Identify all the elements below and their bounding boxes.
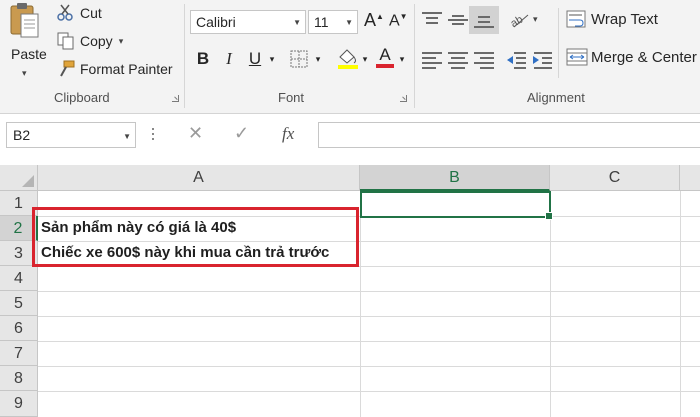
alignment-group-label: Alignment: [527, 90, 585, 105]
bold-button[interactable]: B: [192, 46, 214, 72]
drag-handle-icon[interactable]: [152, 128, 155, 142]
font-color-swatch: [376, 64, 394, 68]
font-color-icon: A: [379, 45, 391, 64]
font-name-value: Calibri: [196, 14, 236, 30]
fill-color-icon[interactable]: [336, 48, 360, 70]
selected-cell-b2[interactable]: [360, 191, 553, 220]
wrap-text-button[interactable]: Wrap Text: [566, 10, 658, 28]
font-size-select[interactable]: 11 ▼: [308, 10, 358, 34]
column-header-b[interactable]: B: [360, 165, 550, 191]
wrap-text-icon: [566, 10, 586, 28]
ribbon: Paste ▾ Cut Copy ▾ Format Painter Clipbo…: [0, 0, 700, 114]
bold-label: B: [196, 49, 210, 68]
gridline: [38, 366, 700, 367]
cancel-icon[interactable]: ✕: [188, 123, 203, 144]
decrease-indent-icon[interactable]: [506, 51, 528, 69]
cut-label: Cut: [80, 5, 102, 21]
column-header-c[interactable]: C: [550, 165, 680, 191]
row-header-7[interactable]: 7: [0, 341, 38, 366]
chevron-down-icon[interactable]: ▼: [123, 132, 131, 141]
copy-label: Copy: [80, 33, 113, 49]
row-header-5[interactable]: 5: [0, 291, 38, 316]
name-box[interactable]: B2 ▼: [6, 122, 136, 148]
chevron-down-icon[interactable]: ▾: [22, 68, 27, 79]
paste-button[interactable]: Paste ▾: [4, 0, 50, 84]
underline-label: U: [248, 49, 262, 68]
group-divider: [558, 8, 559, 78]
font-color-button[interactable]: A: [374, 44, 396, 70]
spreadsheet-grid: A B C 1 2 3 4 5 6 7 8 9 Sản phẩm này có …: [0, 162, 700, 417]
align-top-icon[interactable]: [422, 12, 442, 28]
gridline: [38, 391, 700, 392]
wrap-text-label: Wrap Text: [591, 10, 658, 28]
chevron-down-icon: ▼: [345, 18, 353, 27]
format-painter-label: Format Painter: [80, 61, 173, 77]
gridline: [38, 341, 700, 342]
row-header-4[interactable]: 4: [0, 266, 38, 291]
select-all-button[interactable]: [0, 165, 38, 191]
borders-icon[interactable]: [290, 50, 310, 68]
annotation-highlight-box: [32, 207, 359, 267]
chevron-down-icon[interactable]: ▾: [396, 46, 408, 72]
align-right-icon[interactable]: [474, 52, 494, 69]
italic-label: I: [226, 49, 232, 68]
align-center-icon[interactable]: [448, 52, 468, 69]
clipboard-group-label: Clipboard: [54, 90, 110, 105]
column-header-d[interactable]: [680, 165, 700, 191]
merge-center-button[interactable]: Merge & Center: [566, 48, 697, 66]
font-name-select[interactable]: Calibri ▼: [190, 10, 306, 34]
chevron-down-icon[interactable]: ▾: [312, 46, 324, 72]
row-header-6[interactable]: 6: [0, 316, 38, 341]
increase-font-size-icon[interactable]: A▲: [364, 10, 384, 31]
gridline: [38, 316, 700, 317]
orientation-icon[interactable]: ab: [508, 10, 532, 30]
paste-label: Paste: [11, 46, 47, 62]
chevron-down-icon[interactable]: ▾: [119, 36, 124, 47]
gridline: [680, 191, 681, 417]
gridline: [550, 191, 551, 417]
clipboard-icon: [10, 3, 39, 38]
decrease-font-size-icon[interactable]: A▼: [389, 12, 408, 30]
clipboard-launcher-icon[interactable]: [172, 95, 179, 102]
chevron-down-icon: ▼: [293, 18, 301, 27]
insert-function-button[interactable]: fx: [282, 124, 294, 144]
underline-button[interactable]: U: [244, 46, 266, 72]
format-painter-icon: [60, 60, 75, 77]
font-size-value: 11: [314, 14, 329, 30]
svg-text:ab: ab: [509, 14, 526, 30]
row-header-8[interactable]: 8: [0, 366, 38, 391]
increase-indent-icon[interactable]: [532, 51, 554, 69]
name-box-value: B2: [13, 127, 31, 143]
scissors-icon: [57, 4, 73, 21]
format-painter-button[interactable]: Format Painter: [56, 58, 173, 80]
chevron-down-icon[interactable]: ▾: [266, 46, 278, 72]
italic-button[interactable]: I: [218, 46, 240, 72]
font-group-label: Font: [278, 90, 305, 105]
copy-button[interactable]: Copy ▾: [56, 30, 123, 52]
chevron-down-icon[interactable]: ▾: [533, 14, 538, 25]
row-header-9[interactable]: 9: [0, 391, 38, 417]
enter-check-icon[interactable]: ✓: [234, 123, 249, 144]
font-launcher-icon[interactable]: [400, 95, 407, 102]
copy-icon: [57, 32, 74, 50]
merge-center-label: Merge & Center: [591, 48, 697, 66]
align-left-icon[interactable]: [422, 52, 442, 69]
formula-bar: B2 ▼ ✕ ✓ fx: [0, 114, 700, 162]
align-bottom-icon[interactable]: [474, 12, 494, 28]
gridline: [38, 291, 700, 292]
group-divider: [184, 4, 185, 108]
group-divider: [414, 4, 415, 108]
align-middle-icon[interactable]: [448, 12, 468, 28]
formula-input[interactable]: [318, 122, 700, 148]
merge-center-icon: [566, 48, 588, 66]
formula-buttons: ✕ ✓ fx: [172, 122, 314, 148]
cut-button[interactable]: Cut: [56, 2, 102, 24]
chevron-down-icon[interactable]: ▾: [360, 46, 370, 72]
gridline: [360, 191, 361, 417]
column-header-a[interactable]: A: [38, 165, 360, 191]
